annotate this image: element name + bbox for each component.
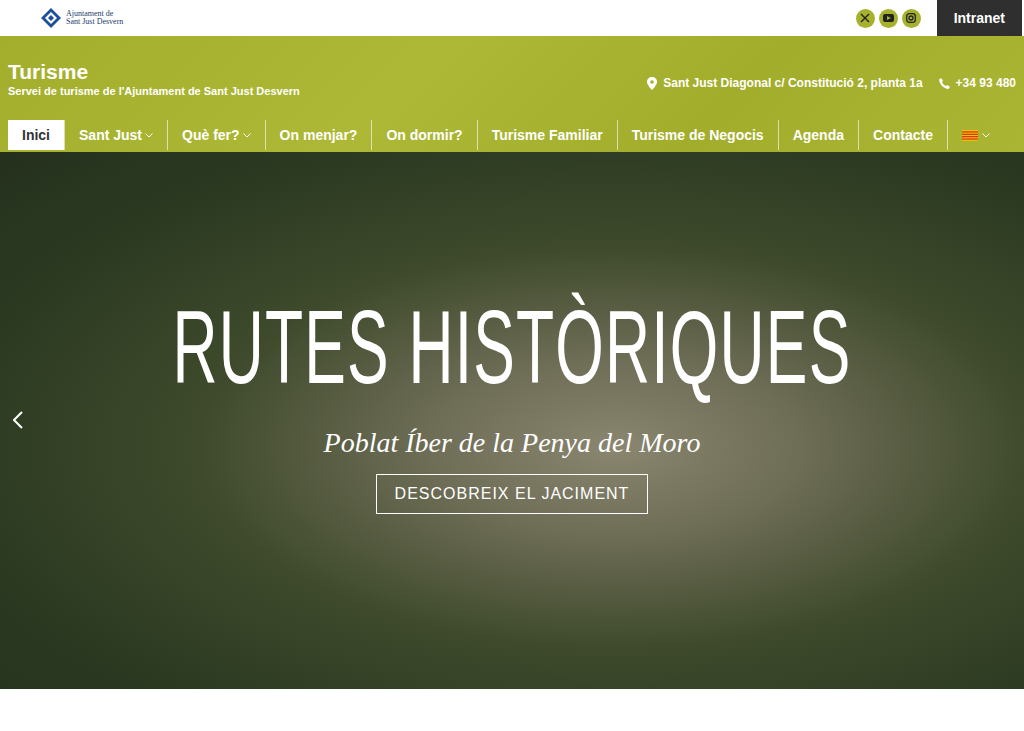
chevron-icon: [145, 133, 153, 138]
site-title[interactable]: Turisme: [8, 60, 300, 84]
nav-label: Inici: [22, 125, 50, 146]
logo[interactable]: Ajuntament de Sant Just Desvern: [0, 0, 123, 36]
nav-label: Turisme Familiar: [492, 125, 603, 146]
discover-button[interactable]: DESCOBREIX EL JACIMENT: [376, 474, 649, 514]
language-selector[interactable]: [947, 120, 1004, 150]
logo-line: Ajuntament de: [66, 10, 123, 18]
phone[interactable]: +34 93 480: [939, 74, 1016, 92]
site-header: Turisme Servei de turisme de l'Ajuntamen…: [0, 36, 1024, 152]
nav-item[interactable]: Turisme de Negocis: [617, 120, 778, 150]
logo-line: Sant Just Desvern: [66, 18, 123, 26]
discover-button-label: DESCOBREIX EL JACIMENT: [395, 482, 630, 506]
nav-item[interactable]: Agenda: [778, 120, 858, 150]
nav-label: Agenda: [793, 125, 844, 146]
nav-item[interactable]: On menjar?: [265, 120, 372, 150]
hero-subtitle: Poblat Íber de la Penya del Moro: [324, 426, 701, 460]
nav-item[interactable]: Sant Just: [64, 120, 167, 150]
intranet-label: Intranet: [954, 8, 1005, 29]
nav-item[interactable]: Turisme Familiar: [477, 120, 617, 150]
phone-icon: [939, 78, 950, 89]
youtube-icon[interactable]: [879, 9, 898, 28]
chevron-icon: [982, 133, 990, 138]
hero-slider: RUTES HISTÒRIQUES Poblat Íber de la Peny…: [0, 152, 1024, 689]
phone-text: +34 93 480: [956, 74, 1016, 92]
catalan-flag-icon: [962, 130, 978, 141]
instagram-icon[interactable]: [902, 9, 921, 28]
site-subtitle: Servei de turisme de l'Ajuntament de San…: [8, 84, 300, 98]
nav-label: Què fer?: [182, 125, 240, 146]
previous-slide-icon[interactable]: [10, 410, 26, 430]
nav-label: On dormir?: [386, 125, 462, 146]
nav-item[interactable]: Inici: [8, 120, 64, 150]
nav-item[interactable]: Contacte: [858, 120, 947, 150]
nav-item[interactable]: On dormir?: [371, 120, 476, 150]
main-nav: Inici Sant Just Què fer? On menjar? On dormi…: [0, 120, 1024, 150]
shield-icon: [40, 7, 62, 29]
hero-title: RUTES HISTÒRIQUES: [172, 292, 851, 402]
top-bar: Ajuntament de Sant Just Desvern Intranet: [0, 0, 1024, 36]
nav-label: On menjar?: [280, 125, 358, 146]
social-links: [856, 0, 937, 36]
address-text: Sant Just Diagonal c/ Constitució 2, pla…: [663, 74, 922, 92]
nav-item[interactable]: Què fer?: [167, 120, 265, 150]
x-icon[interactable]: [856, 9, 875, 28]
nav-label: Sant Just: [79, 125, 142, 146]
nav-label: Contacte: [873, 125, 933, 146]
intranet-button[interactable]: Intranet: [937, 0, 1022, 36]
nav-label: Turisme de Negocis: [632, 125, 764, 146]
address: Sant Just Diagonal c/ Constitució 2, pla…: [647, 74, 922, 92]
pin-icon: [647, 77, 657, 90]
chevron-icon: [243, 133, 251, 138]
